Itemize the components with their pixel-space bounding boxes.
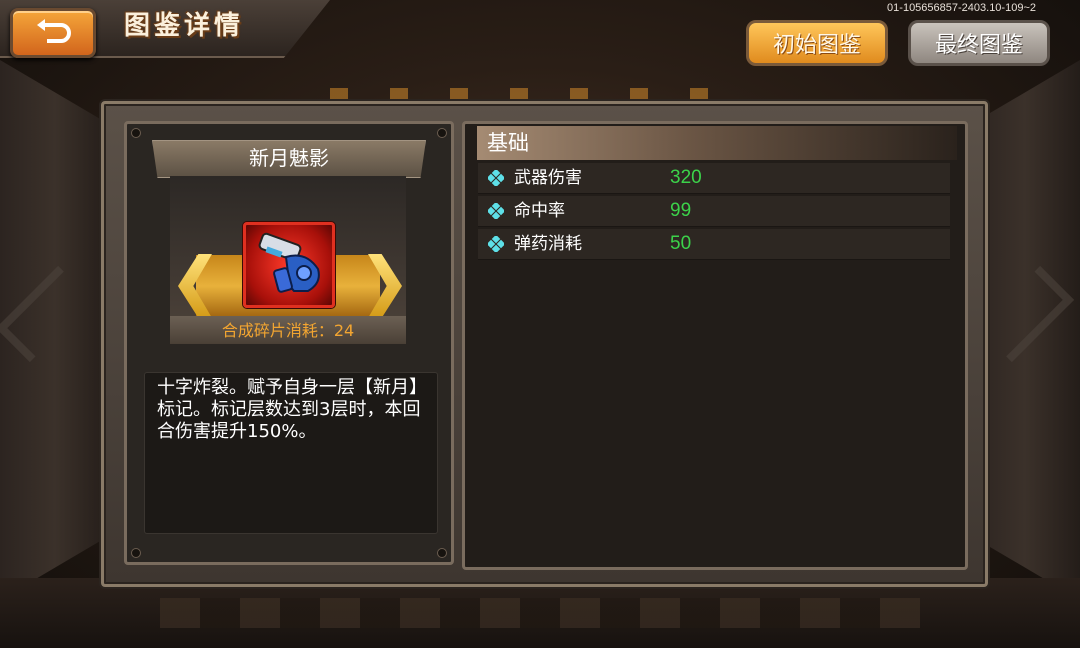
debug-id-text: 01-105656857-2403.10-109~2 xyxy=(887,2,1036,14)
final-codex-button[interactable]: 最终图鉴 xyxy=(908,20,1050,66)
fragment-cost: 合成碎片消耗：24 xyxy=(170,316,406,344)
diamond-icon xyxy=(488,236,504,252)
chevron-right-icon xyxy=(977,265,1075,363)
stat-row: 武器伤害 320 xyxy=(478,163,950,194)
diamond-icon xyxy=(488,203,504,219)
item-description: 十字炸裂。赋予自身一层【新月】标记。标记层数达到3层时，本回合伤害提升150%。 xyxy=(144,372,438,534)
initial-codex-button[interactable]: 初始图鉴 xyxy=(746,20,888,66)
section-header-basic: 基础 xyxy=(477,126,957,160)
back-button[interactable] xyxy=(10,8,96,58)
game-background: 图鉴详情 01-105656857-2403.10-109~2 初始图鉴 最终图… xyxy=(0,0,1080,648)
corridor-floor xyxy=(0,578,1080,648)
stat-value: 50 xyxy=(670,233,692,254)
rivet xyxy=(437,548,447,558)
stat-label: 武器伤害 xyxy=(514,168,582,188)
page-title: 图鉴详情 xyxy=(124,11,245,41)
diamond-icon xyxy=(488,170,504,186)
stat-value: 99 xyxy=(670,200,692,221)
stat-label: 命中率 xyxy=(514,201,565,221)
rivet xyxy=(131,128,141,138)
weapon-gun-icon xyxy=(243,222,335,308)
stat-row: 命中率 99 xyxy=(478,196,950,227)
chevron-left-icon xyxy=(0,265,93,363)
item-name: 新月魅影 xyxy=(152,140,426,178)
ceiling-lights xyxy=(330,88,750,102)
stat-value: 320 xyxy=(670,167,702,188)
rivet xyxy=(437,128,447,138)
stat-row: 弹药消耗 50 xyxy=(478,229,950,260)
return-arrow-icon xyxy=(37,19,71,43)
corridor-wall-left xyxy=(0,60,110,600)
stat-label: 弹药消耗 xyxy=(514,234,582,254)
rivet xyxy=(131,548,141,558)
